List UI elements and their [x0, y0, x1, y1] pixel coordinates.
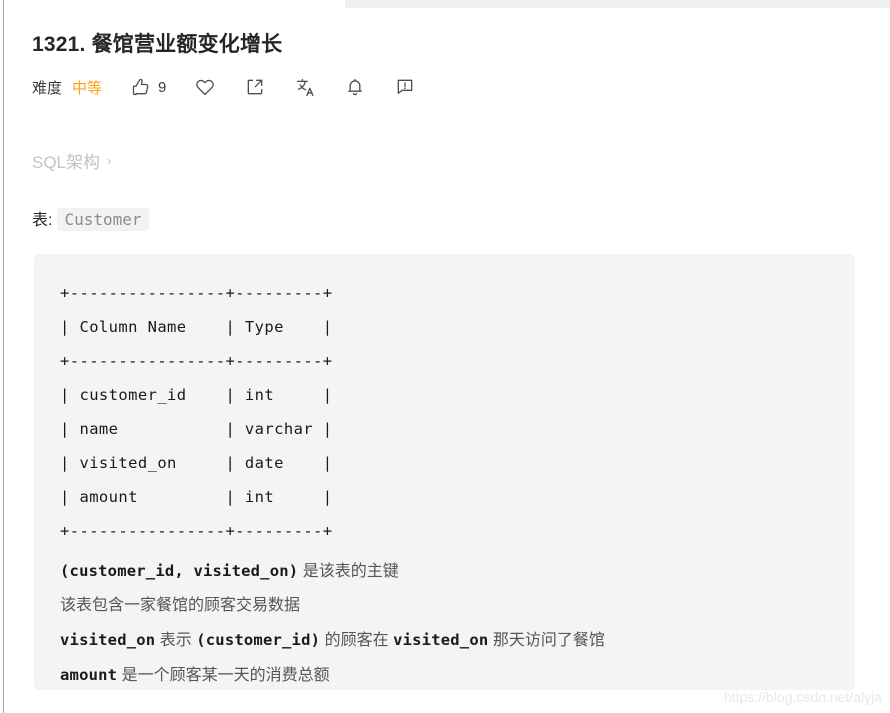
like-button[interactable]: 9: [130, 76, 166, 98]
problem-meta-row: 难度 中等 9: [32, 74, 416, 100]
translate-button[interactable]: [294, 76, 316, 98]
note-visited-code-1: visited_on: [60, 631, 156, 649]
note-visited-text-2: 的顾客在: [320, 632, 394, 649]
note-visited-on: visited_on 表示 (customer_id) 的顾客在 visited…: [60, 623, 829, 658]
note-pk-code: (customer_id, visited_on): [60, 562, 299, 580]
note-amount-text: 是一个顾客某一天的消费总额: [117, 667, 330, 684]
translate-icon: [294, 76, 316, 98]
breadcrumb-label: SQL架构: [32, 153, 101, 172]
report-icon: [394, 76, 416, 98]
problem-page: 1321. 餐馆营业额变化增长 难度 中等 9 SQL架构 › 表: Custo…: [0, 0, 890, 713]
schema-notes: (customer_id, visited_on) 是该表的主键 该表包含一家餐…: [60, 554, 829, 690]
schema-table-name: Customer: [57, 208, 149, 231]
share-button[interactable]: [244, 76, 266, 98]
breadcrumb[interactable]: SQL架构 ›: [32, 148, 111, 173]
note-pk-text: 是该表的主键: [298, 563, 399, 580]
favorite-button[interactable]: [194, 76, 216, 98]
share-icon: [244, 76, 266, 98]
note-visited-text-1: 表示: [155, 632, 197, 649]
schema-ascii-table: +----------------+---------+ | Column Na…: [60, 284, 333, 540]
note-visited-code-3: visited_on: [393, 631, 489, 649]
thumbs-up-icon: [130, 76, 152, 98]
note-description: 该表包含一家餐馆的顾客交易数据: [60, 589, 829, 623]
note-amount-code: amount: [60, 666, 118, 684]
chevron-right-icon: ›: [107, 153, 112, 168]
left-vertical-rule: [3, 0, 4, 713]
note-visited-text-3: 那天访问了餐馆: [488, 632, 605, 649]
schema-table-caption: 表: Customer: [32, 206, 149, 231]
note-primary-key: (customer_id, visited_on) 是该表的主键: [60, 554, 829, 589]
subscribe-button[interactable]: [344, 76, 366, 98]
difficulty-value: 中等: [72, 79, 103, 97]
top-chrome-band: [345, 0, 890, 8]
note-visited-code-2: (customer_id): [196, 631, 321, 649]
note-desc-text: 该表包含一家餐馆的顾客交易数据: [60, 597, 301, 614]
schema-code-block: +----------------+---------+ | Column Na…: [34, 254, 855, 690]
report-button[interactable]: [394, 76, 416, 98]
difficulty-label: 难度: [32, 79, 63, 97]
bell-icon: [344, 76, 366, 98]
page-title: 1321. 餐馆营业额变化增长: [32, 33, 283, 56]
watermark: https://blog.csdn.net/alyja: [724, 689, 882, 705]
heart-icon: [194, 76, 216, 98]
like-count: 9: [158, 78, 167, 96]
note-amount: amount 是一个顾客某一天的消费总额: [60, 658, 829, 690]
schema-caption-label: 表:: [32, 212, 53, 229]
